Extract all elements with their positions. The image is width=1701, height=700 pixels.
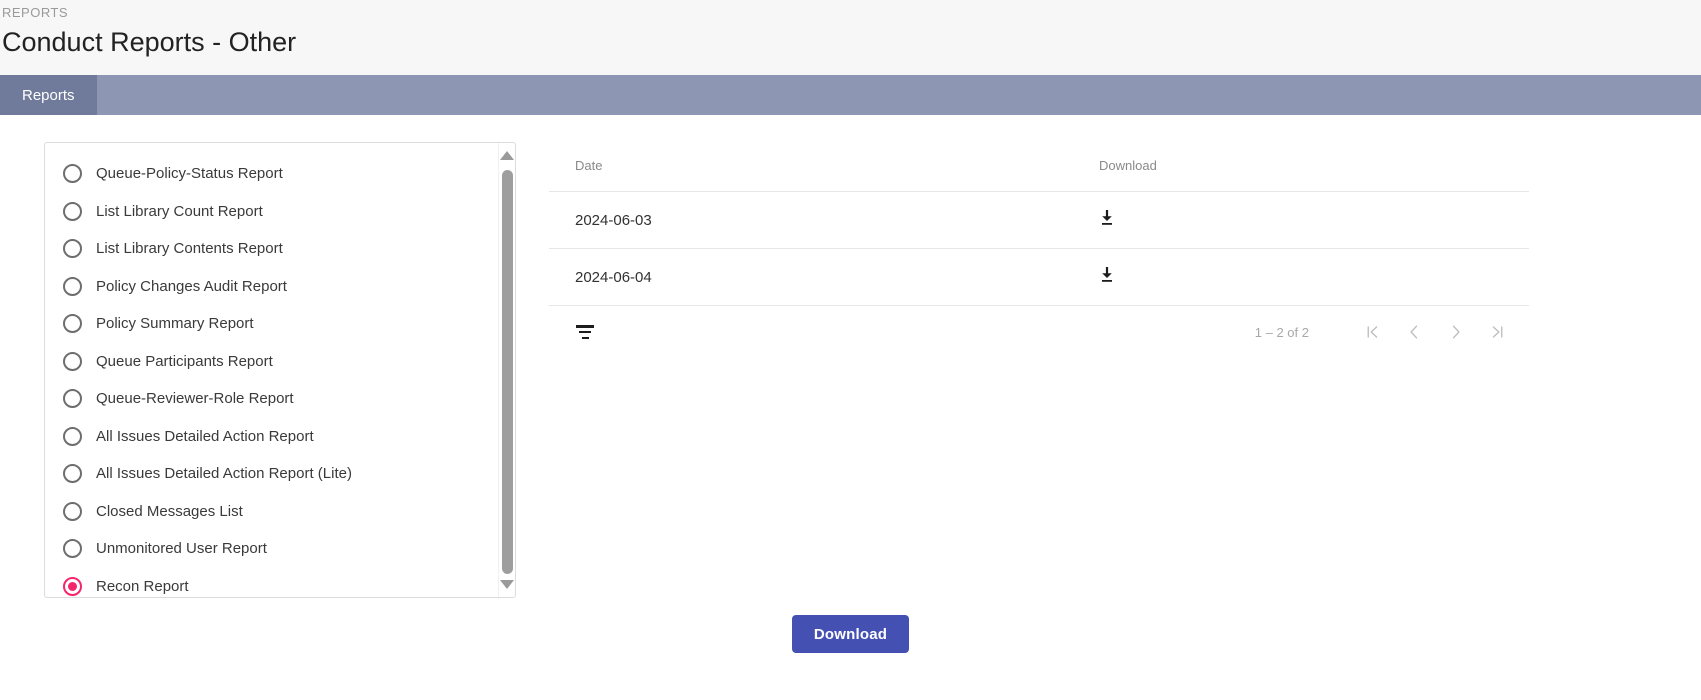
- paginator-controls: 1 – 2 of 2: [1255, 315, 1519, 349]
- table-header-row: Date Download: [549, 142, 1529, 192]
- report-list-item[interactable]: List Library Count Report: [45, 193, 498, 231]
- breadcrumb: REPORTS: [2, 5, 69, 20]
- column-header-download: Download: [1099, 142, 1529, 192]
- report-list-item-label: Queue-Reviewer-Role Report: [96, 390, 294, 408]
- radio-button[interactable]: [63, 201, 82, 221]
- report-list-panel: Queue-Policy-Status Report List Library C…: [44, 142, 516, 598]
- download-icon[interactable]: [1099, 266, 1115, 284]
- last-page-icon: [1492, 326, 1503, 338]
- report-list: Queue-Policy-Status Report List Library C…: [45, 143, 498, 597]
- report-list-item[interactable]: Recon Report: [45, 568, 498, 598]
- radio-button[interactable]: [63, 464, 82, 484]
- radio-button[interactable]: [63, 351, 82, 371]
- report-list-item-label: All Issues Detailed Action Report (Lite): [96, 465, 352, 483]
- paginator: 1 – 2 of 2: [549, 306, 1529, 358]
- chevron-left-icon: [1410, 325, 1418, 339]
- first-page-icon: [1367, 326, 1378, 338]
- table-row: 2024-06-04: [549, 248, 1529, 306]
- report-list-item[interactable]: All Issues Detailed Action Report: [45, 418, 498, 456]
- last-page-button[interactable]: [1477, 315, 1519, 349]
- report-list-item[interactable]: Closed Messages List: [45, 493, 498, 531]
- report-list-item-label: Queue-Policy-Status Report: [96, 165, 283, 183]
- next-page-button[interactable]: [1435, 315, 1477, 349]
- filter-list-icon[interactable]: [575, 325, 595, 339]
- tab-bar: Reports: [0, 75, 1701, 115]
- table-head: Date Download: [549, 142, 1529, 192]
- column-header-date: Date: [549, 142, 1099, 192]
- report-table-area: Date Download 2024-06-03 2024-06-04 1 – 2…: [549, 142, 1529, 358]
- triangle-up-icon[interactable]: [500, 151, 514, 160]
- scrollbar-thumb[interactable]: [501, 170, 513, 574]
- page-header: REPORTS Conduct Reports - Other: [0, 0, 1701, 75]
- previous-page-button[interactable]: [1393, 315, 1435, 349]
- download-button[interactable]: Download: [791, 615, 910, 653]
- report-list-item[interactable]: All Issues Detailed Action Report (Lite): [45, 455, 498, 493]
- pagination-range-label: 1 – 2 of 2: [1254, 324, 1309, 340]
- report-list-item[interactable]: Unmonitored User Report: [45, 530, 498, 568]
- report-list-item[interactable]: Queue Participants Report: [45, 343, 498, 381]
- triangle-down-icon[interactable]: [500, 580, 514, 589]
- report-list-item-label: All Issues Detailed Action Report: [96, 427, 314, 445]
- report-list-item-label: Policy Summary Report: [96, 315, 254, 333]
- cell-date: 2024-06-03: [549, 191, 1099, 249]
- report-list-item[interactable]: Policy Summary Report: [45, 305, 498, 343]
- download-icon[interactable]: [1099, 209, 1115, 227]
- radio-button[interactable]: [63, 426, 82, 446]
- radio-button[interactable]: [63, 389, 82, 409]
- scrollbar-track[interactable]: [499, 160, 515, 580]
- report-list-item[interactable]: Policy Changes Audit Report: [45, 268, 498, 306]
- report-list-item-label: List Library Count Report: [96, 202, 263, 220]
- main-content: Queue-Policy-Status Report List Library C…: [0, 115, 1701, 675]
- radio-button[interactable]: [63, 539, 82, 559]
- cell-download: [1099, 248, 1529, 306]
- table-row: 2024-06-03: [549, 191, 1529, 249]
- radio-button[interactable]: [63, 576, 82, 596]
- radio-button[interactable]: [63, 501, 82, 521]
- report-list-item-label: Unmonitored User Report: [96, 540, 267, 558]
- tab-reports[interactable]: Reports: [0, 75, 97, 115]
- radio-button[interactable]: [63, 314, 82, 334]
- report-table: Date Download 2024-06-03 2024-06-04: [549, 142, 1529, 306]
- report-list-item-label: Queue Participants Report: [96, 352, 273, 370]
- first-page-button[interactable]: [1351, 315, 1393, 349]
- table-body: 2024-06-03 2024-06-04: [549, 191, 1529, 306]
- report-list-item[interactable]: Queue-Reviewer-Role Report: [45, 380, 498, 418]
- chevron-right-icon: [1452, 325, 1460, 339]
- report-list-item[interactable]: Queue-Policy-Status Report: [45, 155, 498, 193]
- radio-button[interactable]: [63, 276, 82, 296]
- report-list-item-label: List Library Contents Report: [96, 240, 283, 258]
- footer-bar: Download: [0, 615, 1701, 653]
- cell-download: [1099, 191, 1529, 249]
- report-list-item-label: Closed Messages List: [96, 502, 243, 520]
- page-title: Conduct Reports - Other: [2, 27, 297, 57]
- report-list-item[interactable]: List Library Contents Report: [45, 230, 498, 268]
- report-list-item-label: Policy Changes Audit Report: [96, 277, 287, 295]
- report-list-scrollbar[interactable]: [498, 143, 515, 597]
- radio-button[interactable]: [63, 239, 82, 259]
- radio-button[interactable]: [63, 164, 82, 184]
- cell-date: 2024-06-04: [549, 248, 1099, 306]
- report-list-item-label: Recon Report: [96, 577, 189, 595]
